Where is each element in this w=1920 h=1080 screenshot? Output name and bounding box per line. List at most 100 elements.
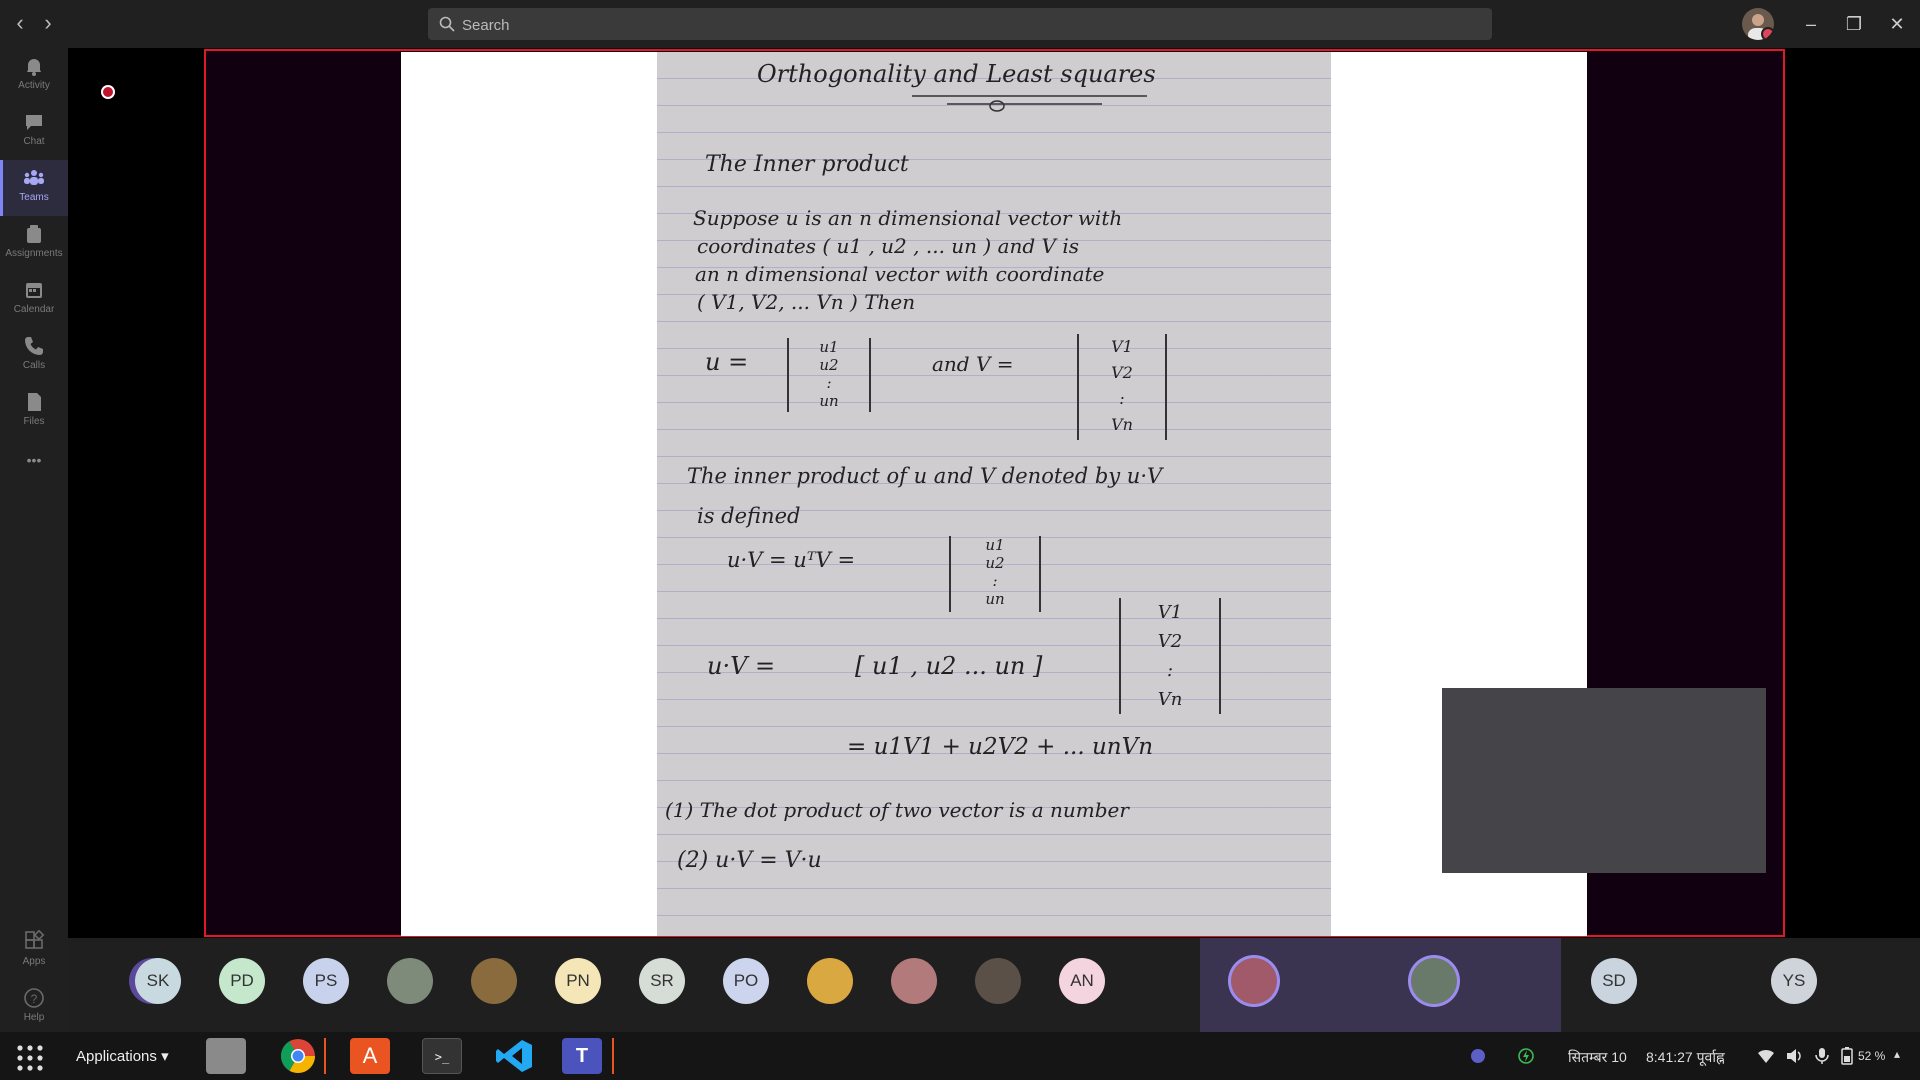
notes-page: Orthogonality and Least squares The Inne… — [657, 52, 1331, 936]
vector-entry: u1 — [819, 338, 839, 356]
participant-avatar[interactable]: SD — [1591, 958, 1637, 1004]
files-app-icon[interactable] — [206, 1038, 246, 1074]
rail-label: Activity — [18, 80, 50, 91]
chevron-left-icon[interactable]: ‹ — [8, 12, 32, 36]
participant-photo-avatar[interactable] — [807, 958, 853, 1004]
minimize-icon[interactable]: – — [1797, 12, 1825, 36]
assignments-icon — [27, 225, 41, 243]
wifi-icon[interactable] — [1756, 1046, 1776, 1066]
teams-app-icon[interactable]: T — [562, 1038, 602, 1074]
participant-avatar[interactable]: PN — [555, 958, 601, 1004]
rail-item-activity[interactable]: Activity — [0, 48, 68, 104]
vector-entry: un — [985, 590, 1005, 608]
rail-label: Teams — [19, 192, 49, 203]
participant-avatar[interactable]: PS — [303, 958, 349, 1004]
participant-avatar[interactable]: SR — [639, 958, 685, 1004]
restore-icon[interactable]: ❐ — [1840, 12, 1868, 36]
rail-item-help[interactable]: ? Help — [0, 980, 68, 1036]
rail-item-teams[interactable]: Teams — [0, 160, 68, 216]
close-icon[interactable]: ✕ — [1883, 12, 1911, 36]
notes-line: Suppose u is an n dimensional vector wit… — [693, 206, 1123, 230]
notes-line: ( V1, V2, ... Vn ) Then — [697, 290, 916, 314]
vector-entry: V1 — [1111, 337, 1133, 356]
participant-photo-avatar[interactable] — [975, 958, 1021, 1004]
battery-icon[interactable] — [1840, 1046, 1854, 1066]
terminal-icon[interactable]: >_ — [422, 1038, 462, 1074]
rail-item-calls[interactable]: Calls — [0, 328, 68, 384]
rail-label: Apps — [22, 956, 46, 967]
equation-3: = u1V1 + u2V2 + ... unVn — [847, 734, 1154, 760]
teams-icon — [24, 170, 44, 185]
vector-entry: u2 — [985, 554, 1005, 572]
vector-entry: : — [992, 572, 998, 590]
vscode-icon[interactable] — [494, 1038, 534, 1074]
participant-photo-avatar[interactable] — [891, 958, 937, 1004]
app-grid-icon[interactable] — [16, 1044, 44, 1072]
participant-photo-avatar[interactable] — [1411, 958, 1457, 1004]
volume-icon[interactable] — [1784, 1046, 1804, 1066]
search-bar[interactable] — [428, 8, 1492, 42]
and-v-equals: and V = — [932, 352, 1014, 376]
files-icon — [28, 393, 41, 411]
search-input[interactable] — [460, 8, 1484, 42]
participant-photo-avatar[interactable] — [387, 958, 433, 1004]
vector-entry: Vn — [1111, 415, 1133, 434]
rail-item-apps[interactable]: Apps — [0, 924, 68, 980]
teams-tray-icon[interactable] — [1468, 1046, 1488, 1066]
participant-photo-avatar[interactable] — [1231, 958, 1277, 1004]
profile-avatar[interactable] — [1742, 8, 1774, 40]
participant-avatar[interactable]: SK — [135, 958, 181, 1004]
rail-label: Assignments — [5, 248, 63, 259]
notes-line: an n dimensional vector with coordinate — [695, 262, 1105, 286]
rail-item-chat[interactable]: Chat — [0, 104, 68, 160]
svg-text:?: ? — [31, 992, 38, 1006]
rail-item-files[interactable]: Files — [0, 384, 68, 440]
rail-label: Chat — [23, 136, 45, 147]
notes-heading: The Inner product — [705, 152, 909, 177]
u-equals: u = — [705, 348, 749, 376]
participant-avatar[interactable]: AN — [1059, 958, 1105, 1004]
apps-icon — [25, 930, 45, 949]
property-1: (1) The dot product of two vector is a n… — [665, 798, 1129, 822]
title-bar: ‹ › – ❐ ✕ — [0, 0, 1920, 48]
microphone-icon[interactable] — [1812, 1046, 1832, 1066]
vector-entry: V2 — [1157, 631, 1183, 652]
caret-down-icon: ▾ — [161, 1048, 169, 1065]
recording-indicator-icon — [101, 85, 115, 99]
calendar-icon — [26, 283, 42, 298]
u-vector: u1 u2 : un — [787, 338, 871, 412]
applications-menu[interactable]: Applications ▾ — [76, 1047, 169, 1065]
eq1-vector: u1 u2 : un — [949, 536, 1041, 612]
active-app-indicator — [612, 1038, 614, 1074]
eq2-vector: V1 V2 : Vn — [1119, 598, 1221, 714]
help-icon: ? — [24, 988, 44, 1008]
clock-time[interactable]: 8:41:27 पूर्वाह्न — [1646, 1048, 1725, 1067]
participant-avatar[interactable]: PD — [219, 958, 265, 1004]
applications-label: Applications — [76, 1048, 157, 1065]
chevron-right-icon[interactable]: › — [36, 12, 60, 36]
vector-entry: V1 — [1157, 602, 1183, 623]
phone-icon — [25, 337, 43, 355]
participant-photo-avatar[interactable] — [471, 958, 517, 1004]
app-rail: Activity Chat Teams Assignments Calendar… — [0, 48, 68, 1032]
rail-label: Calls — [22, 360, 46, 371]
battery-percent: 52 % — [1858, 1049, 1886, 1063]
rail-item-calendar[interactable]: Calendar — [0, 272, 68, 328]
self-video-tile[interactable] — [1442, 688, 1766, 873]
clock-date[interactable]: सितम्बर 10 — [1568, 1048, 1627, 1067]
participant-avatar[interactable]: PO — [723, 958, 769, 1004]
vector-entry: Vn — [1157, 689, 1183, 710]
vector-entry: V2 — [1111, 363, 1133, 382]
chrome-icon[interactable] — [278, 1038, 318, 1074]
rail-item-assignments[interactable]: Assignments — [0, 216, 68, 272]
equation-1-lhs: u·V = uᵀV = — [727, 548, 856, 572]
power-tray-icon[interactable] — [1516, 1046, 1536, 1066]
software-store-icon[interactable]: A — [350, 1038, 390, 1074]
search-icon — [439, 16, 455, 32]
tray-expand-icon[interactable]: ▴ — [1894, 1047, 1900, 1061]
notes-line: The inner product of u and V denoted by … — [687, 464, 1163, 488]
equation-2-lhs: u·V = — [707, 652, 776, 680]
more-apps-icon[interactable]: ••• — [0, 440, 68, 480]
participant-avatar[interactable]: YS — [1771, 958, 1817, 1004]
chat-icon — [26, 115, 42, 130]
